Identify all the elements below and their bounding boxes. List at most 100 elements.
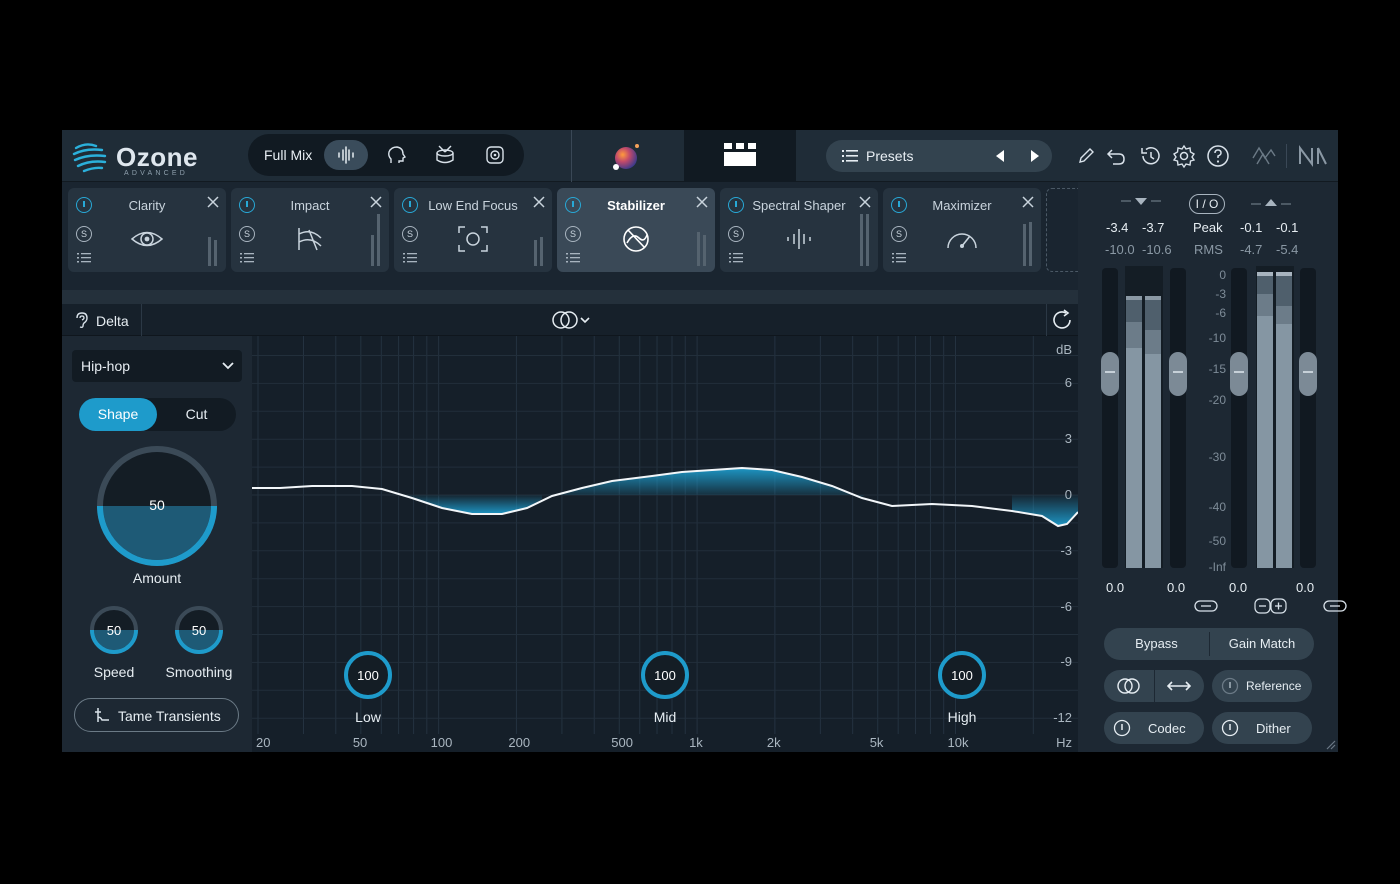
gear-icon[interactable]: [1172, 144, 1196, 168]
history-icon[interactable]: [1138, 144, 1162, 168]
close-icon[interactable]: [532, 195, 546, 209]
previous-preset-icon[interactable]: [994, 149, 1006, 163]
reference-label: Reference: [1246, 679, 1302, 693]
drum-icon[interactable]: [434, 144, 456, 166]
module-low-end-focus[interactable]: Low End Focus S: [394, 188, 552, 272]
ni-logo-icon[interactable]: [1298, 144, 1328, 168]
module-level-meter: [534, 214, 544, 266]
spectral-icon: [782, 224, 816, 254]
bypass-button[interactable]: Bypass: [1104, 628, 1209, 660]
amount-knob[interactable]: 50: [95, 444, 219, 568]
output-gain-left: 0.0: [1229, 580, 1248, 595]
top-bar: Ozone ADVANCED Full Mix Presets: [62, 130, 1338, 182]
presets-bar[interactable]: Presets: [826, 140, 1052, 172]
full-mix-label[interactable]: Full Mix: [264, 147, 312, 163]
module-list-icon[interactable]: [892, 252, 906, 264]
next-preset-icon[interactable]: [1029, 149, 1041, 163]
reset-icon: [1053, 309, 1071, 329]
solo-icon[interactable]: S: [76, 226, 92, 242]
module-list-icon[interactable]: [729, 252, 743, 264]
hz-tick-label: 10k: [947, 735, 969, 750]
close-icon[interactable]: [369, 195, 383, 209]
db-unit-label: dB: [1056, 342, 1072, 357]
divider: [1154, 670, 1155, 702]
tame-transients-button[interactable]: Tame Transients: [74, 698, 239, 732]
module-chain-scrollbar[interactable]: [62, 290, 1078, 304]
shape-button[interactable]: Shape: [79, 398, 157, 431]
cut-button[interactable]: Cut: [157, 398, 236, 431]
codec-label: Codec: [1148, 721, 1186, 736]
module-clarity[interactable]: Clarity S: [68, 188, 226, 272]
input-peak-right: -3.7: [1142, 220, 1165, 235]
mono-icon[interactable]: [1116, 677, 1142, 695]
output-rms-left: -4.7: [1240, 242, 1263, 257]
band-high-knob[interactable]: 100: [937, 650, 987, 700]
waveform-icon[interactable]: [335, 144, 357, 166]
module-stabilizer[interactable]: Stabilizer S: [557, 188, 715, 272]
module-maximizer[interactable]: Maximizer S: [883, 188, 1041, 272]
module-impact[interactable]: Impact S: [231, 188, 389, 272]
module-level-meter: [860, 214, 870, 266]
band-mid-knob[interactable]: 100: [640, 650, 690, 700]
speaker-icon[interactable]: [484, 144, 506, 166]
module-list-icon[interactable]: [77, 252, 91, 264]
db-tick-label: 3: [1064, 431, 1072, 447]
close-icon[interactable]: [695, 195, 709, 209]
io-toggle[interactable]: I / O: [1189, 194, 1225, 214]
reference-button[interactable]: Reference: [1212, 670, 1312, 702]
input-gain-left: 0.0: [1106, 580, 1125, 595]
module-name: Impact: [290, 198, 330, 213]
stabilizer-controls: Hip-hop Shape Cut 50 Amount 50 Speed 50 …: [62, 336, 252, 752]
band-value: 100: [654, 668, 676, 683]
input-gain-collapse-icon[interactable]: [1121, 198, 1161, 208]
module-level-meter: [697, 214, 707, 266]
input-link-icon[interactable]: [1194, 599, 1218, 613]
module-spectral-shaper[interactable]: Spectral Shaper S: [720, 188, 878, 272]
solo-icon[interactable]: S: [565, 226, 581, 242]
band-low-knob[interactable]: 100: [343, 650, 393, 700]
close-icon[interactable]: [206, 195, 220, 209]
stereo-mode-select[interactable]: [552, 310, 592, 330]
smoothing-knob[interactable]: 50: [173, 604, 225, 656]
module-view-button[interactable]: [684, 130, 796, 182]
undo-icon[interactable]: [1104, 144, 1128, 168]
rms-label: RMS: [1194, 242, 1223, 257]
delta-button[interactable]: Delta: [62, 304, 142, 336]
amount-value: 50: [149, 497, 165, 513]
gain-step-icon[interactable]: [1254, 598, 1288, 614]
vocal-head-icon[interactable]: [385, 144, 407, 166]
assistant-orb-icon[interactable]: [610, 142, 642, 172]
speed-knob[interactable]: 50: [88, 604, 140, 656]
output-gain-collapse-icon[interactable]: [1251, 198, 1291, 208]
dither-button[interactable]: Dither: [1212, 712, 1312, 744]
output-link-icon[interactable]: [1323, 599, 1347, 613]
smoothing-label: Smoothing: [165, 664, 233, 680]
solo-icon[interactable]: S: [728, 226, 744, 242]
resize-grip-icon[interactable]: [1326, 740, 1336, 750]
cut-region: [402, 495, 542, 514]
target-preset-dropdown[interactable]: Hip-hop: [72, 350, 242, 382]
module-list-icon[interactable]: [403, 252, 417, 264]
output-peak-right: -0.1: [1276, 220, 1299, 235]
hz-tick-label: 5k: [869, 735, 884, 750]
module-list-icon[interactable]: [240, 252, 254, 264]
close-icon[interactable]: [858, 195, 872, 209]
solo-icon[interactable]: S: [402, 226, 418, 242]
module-list-icon[interactable]: [566, 252, 580, 264]
close-icon[interactable]: [1021, 195, 1035, 209]
reset-button[interactable]: [1046, 304, 1078, 336]
help-icon[interactable]: [1206, 144, 1230, 168]
sync-icon[interactable]: [1251, 144, 1277, 168]
boost-region: [552, 468, 864, 498]
spectrum-graph[interactable]: dB 6 3 0 -3 -6 -9 -12 20 50 100 200 500 1k 2k 5k 10k H…: [252, 336, 1078, 752]
solo-icon[interactable]: S: [239, 226, 255, 242]
swap-channels-icon[interactable]: [1166, 679, 1192, 693]
hz-tick-label: 20: [256, 735, 271, 750]
pencil-icon[interactable]: [1074, 144, 1098, 168]
input-rms-right: -10.6: [1142, 242, 1172, 257]
stabilizer-icon: [619, 224, 653, 254]
hz-tick-label: 1k: [689, 735, 703, 750]
codec-button[interactable]: Codec: [1104, 712, 1204, 744]
solo-icon[interactable]: S: [891, 226, 907, 242]
gain-match-button[interactable]: Gain Match: [1210, 628, 1314, 660]
